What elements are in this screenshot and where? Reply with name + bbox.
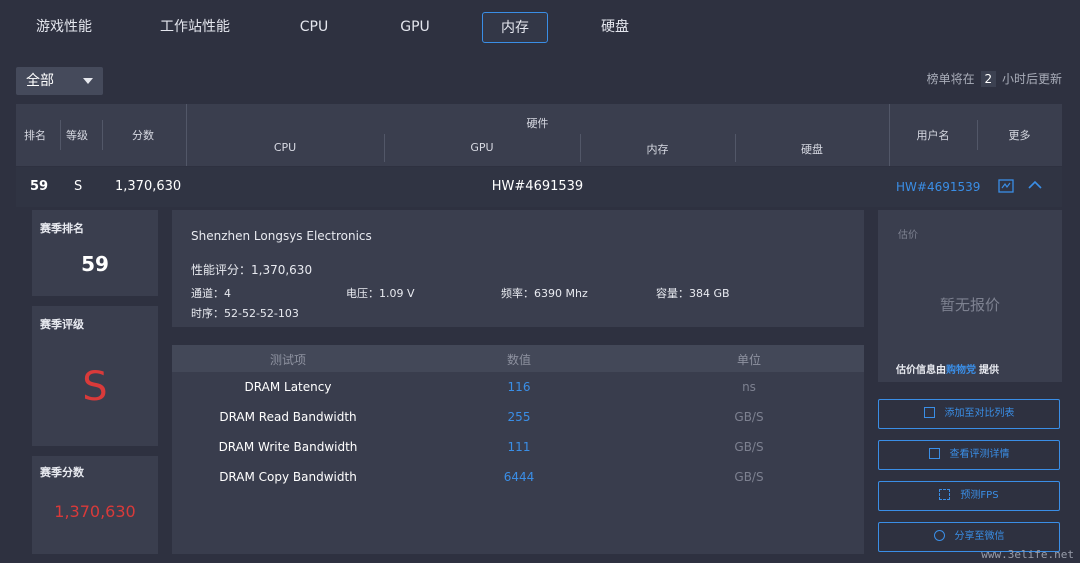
header-more: 更多 [1008, 129, 1031, 142]
price-source-link[interactable]: 购物党 [946, 365, 976, 376]
header-hardware: 硬件 [526, 117, 549, 130]
view-review-button[interactable]: 查看评测详情 [878, 440, 1060, 470]
compare-list-icon [923, 407, 935, 418]
header-rank: 排名 [24, 129, 46, 142]
update-suffix: 小时后更新 [1001, 72, 1062, 86]
memory-voltage: 电压：1.09 V [346, 287, 415, 300]
test-name: DRAM Read Bandwidth [219, 410, 357, 424]
divider [186, 104, 187, 166]
test-unit: GB/S [734, 440, 764, 454]
price-empty: 暂无报价 [939, 296, 1000, 314]
watermark: www.3elife.net [981, 548, 1074, 561]
header-grade: 等级 [66, 129, 88, 142]
document-icon [928, 448, 940, 459]
header-score: 分数 [132, 129, 154, 142]
season-grade-value: S [82, 364, 108, 410]
view-review-label: 查看评测详情 [949, 449, 1010, 460]
season-rank-label: 赛季排名 [40, 222, 84, 235]
add-to-compare-button[interactable]: 添加至对比列表 [878, 399, 1060, 429]
caret-down-icon [83, 78, 93, 84]
tab-disk[interactable]: 硬盘 [585, 12, 645, 43]
chevron-up-icon[interactable] [1028, 180, 1042, 190]
share-wechat-label: 分享至微信 [954, 531, 1005, 542]
predict-fps-button[interactable]: 预测FPS [878, 481, 1060, 511]
update-notice: 榜单将在 2 小时后更新 [927, 70, 1062, 87]
add-to-compare-label: 添加至对比列表 [944, 408, 1015, 419]
row-user-link[interactable]: HW#4691539 [896, 180, 980, 194]
tab-gpu[interactable]: GPU [385, 12, 445, 43]
test-results-header: 测试项 数值 单位 [172, 345, 864, 372]
row-score: 1,370,630 [115, 179, 182, 194]
season-score-label: 赛季分数 [40, 466, 84, 479]
share-icon [933, 530, 945, 541]
season-grade-card: 赛季评级 S [32, 306, 158, 446]
test-header-value: 数值 [506, 353, 531, 367]
memory-capacity: 容量：384 GB [656, 287, 730, 300]
test-value: 6444 [503, 470, 535, 484]
test-value: 111 [507, 440, 531, 454]
row-hardware-id: HW#4691539 [491, 179, 584, 194]
memory-maker: Shenzhen Longsys Electronics [191, 229, 372, 243]
tab-gaming-performance[interactable]: 游戏性能 [26, 12, 102, 43]
memory-channels: 通道：4 [191, 287, 231, 300]
memory-timing: 时序：52-52-52-103 [191, 307, 299, 320]
tab-memory[interactable]: 内存 [482, 12, 548, 43]
update-prefix: 榜单将在 [926, 72, 975, 86]
test-unit: GB/S [734, 470, 764, 484]
table-row[interactable]: 59 S 1,370,630 HW#4691539 HW#4691539 [16, 167, 1062, 207]
test-header-item: 测试项 [269, 353, 306, 367]
test-name: DRAM Copy Bandwidth [219, 470, 357, 484]
row-rank: 59 [30, 179, 49, 194]
header-gpu: GPU [470, 141, 494, 154]
compare-icon[interactable] [998, 179, 1014, 193]
header-memory: 内存 [646, 143, 669, 156]
price-source: 估价信息由购物党 提供 [896, 361, 999, 376]
predict-fps-label: 预测FPS [960, 490, 999, 501]
season-score-card: 赛季分数 1,370,630 [32, 456, 158, 554]
test-header-unit: 单位 [736, 353, 761, 367]
row-grade: S [74, 179, 83, 194]
price-source-suffix: 提供 [979, 365, 999, 376]
season-score-value: 1,370,630 [54, 502, 136, 521]
price-panel: 估价 暂无报价 估价信息由购物党 提供 [878, 210, 1062, 382]
memory-frequency: 频率：6390 Mhz [501, 287, 588, 300]
test-name: DRAM Latency [244, 380, 332, 394]
tab-workstation-performance[interactable]: 工作站性能 [151, 12, 239, 43]
scan-icon [939, 489, 951, 500]
season-grade-label: 赛季评级 [40, 318, 84, 331]
update-hours: 2 [980, 71, 997, 87]
test-results-table: 测试项 数值 单位 DRAM Latency 116 ns DRAM Read … [172, 345, 864, 554]
test-unit: ns [742, 380, 756, 394]
tab-cpu[interactable]: CPU [284, 12, 344, 43]
test-value: 255 [507, 410, 531, 424]
divider [102, 120, 103, 150]
header-cpu: CPU [273, 141, 297, 154]
divider [60, 120, 61, 150]
season-rank-card: 赛季排名 59 [32, 210, 158, 296]
price-source-prefix: 估价信息由 [896, 365, 946, 376]
memory-info-panel: Shenzhen Longsys Electronics 性能评分：1,370,… [172, 210, 864, 327]
ranking-table-header: 排名 等级 分数 硬件 CPU GPU 内存 硬盘 用户名 更多 [16, 104, 1062, 166]
season-rank-value: 59 [81, 252, 109, 276]
filter-selected-value: 全部 [26, 73, 54, 89]
memory-perf-score: 性能评分：1,370,630 [191, 263, 313, 277]
filter-dropdown[interactable]: 全部 [16, 67, 103, 95]
test-unit: GB/S [734, 410, 764, 424]
header-disk: 硬盘 [801, 143, 823, 156]
header-user: 用户名 [916, 129, 950, 142]
test-value: 116 [507, 380, 531, 394]
test-name: DRAM Write Bandwidth [218, 440, 358, 454]
price-label: 估价 [898, 230, 918, 241]
